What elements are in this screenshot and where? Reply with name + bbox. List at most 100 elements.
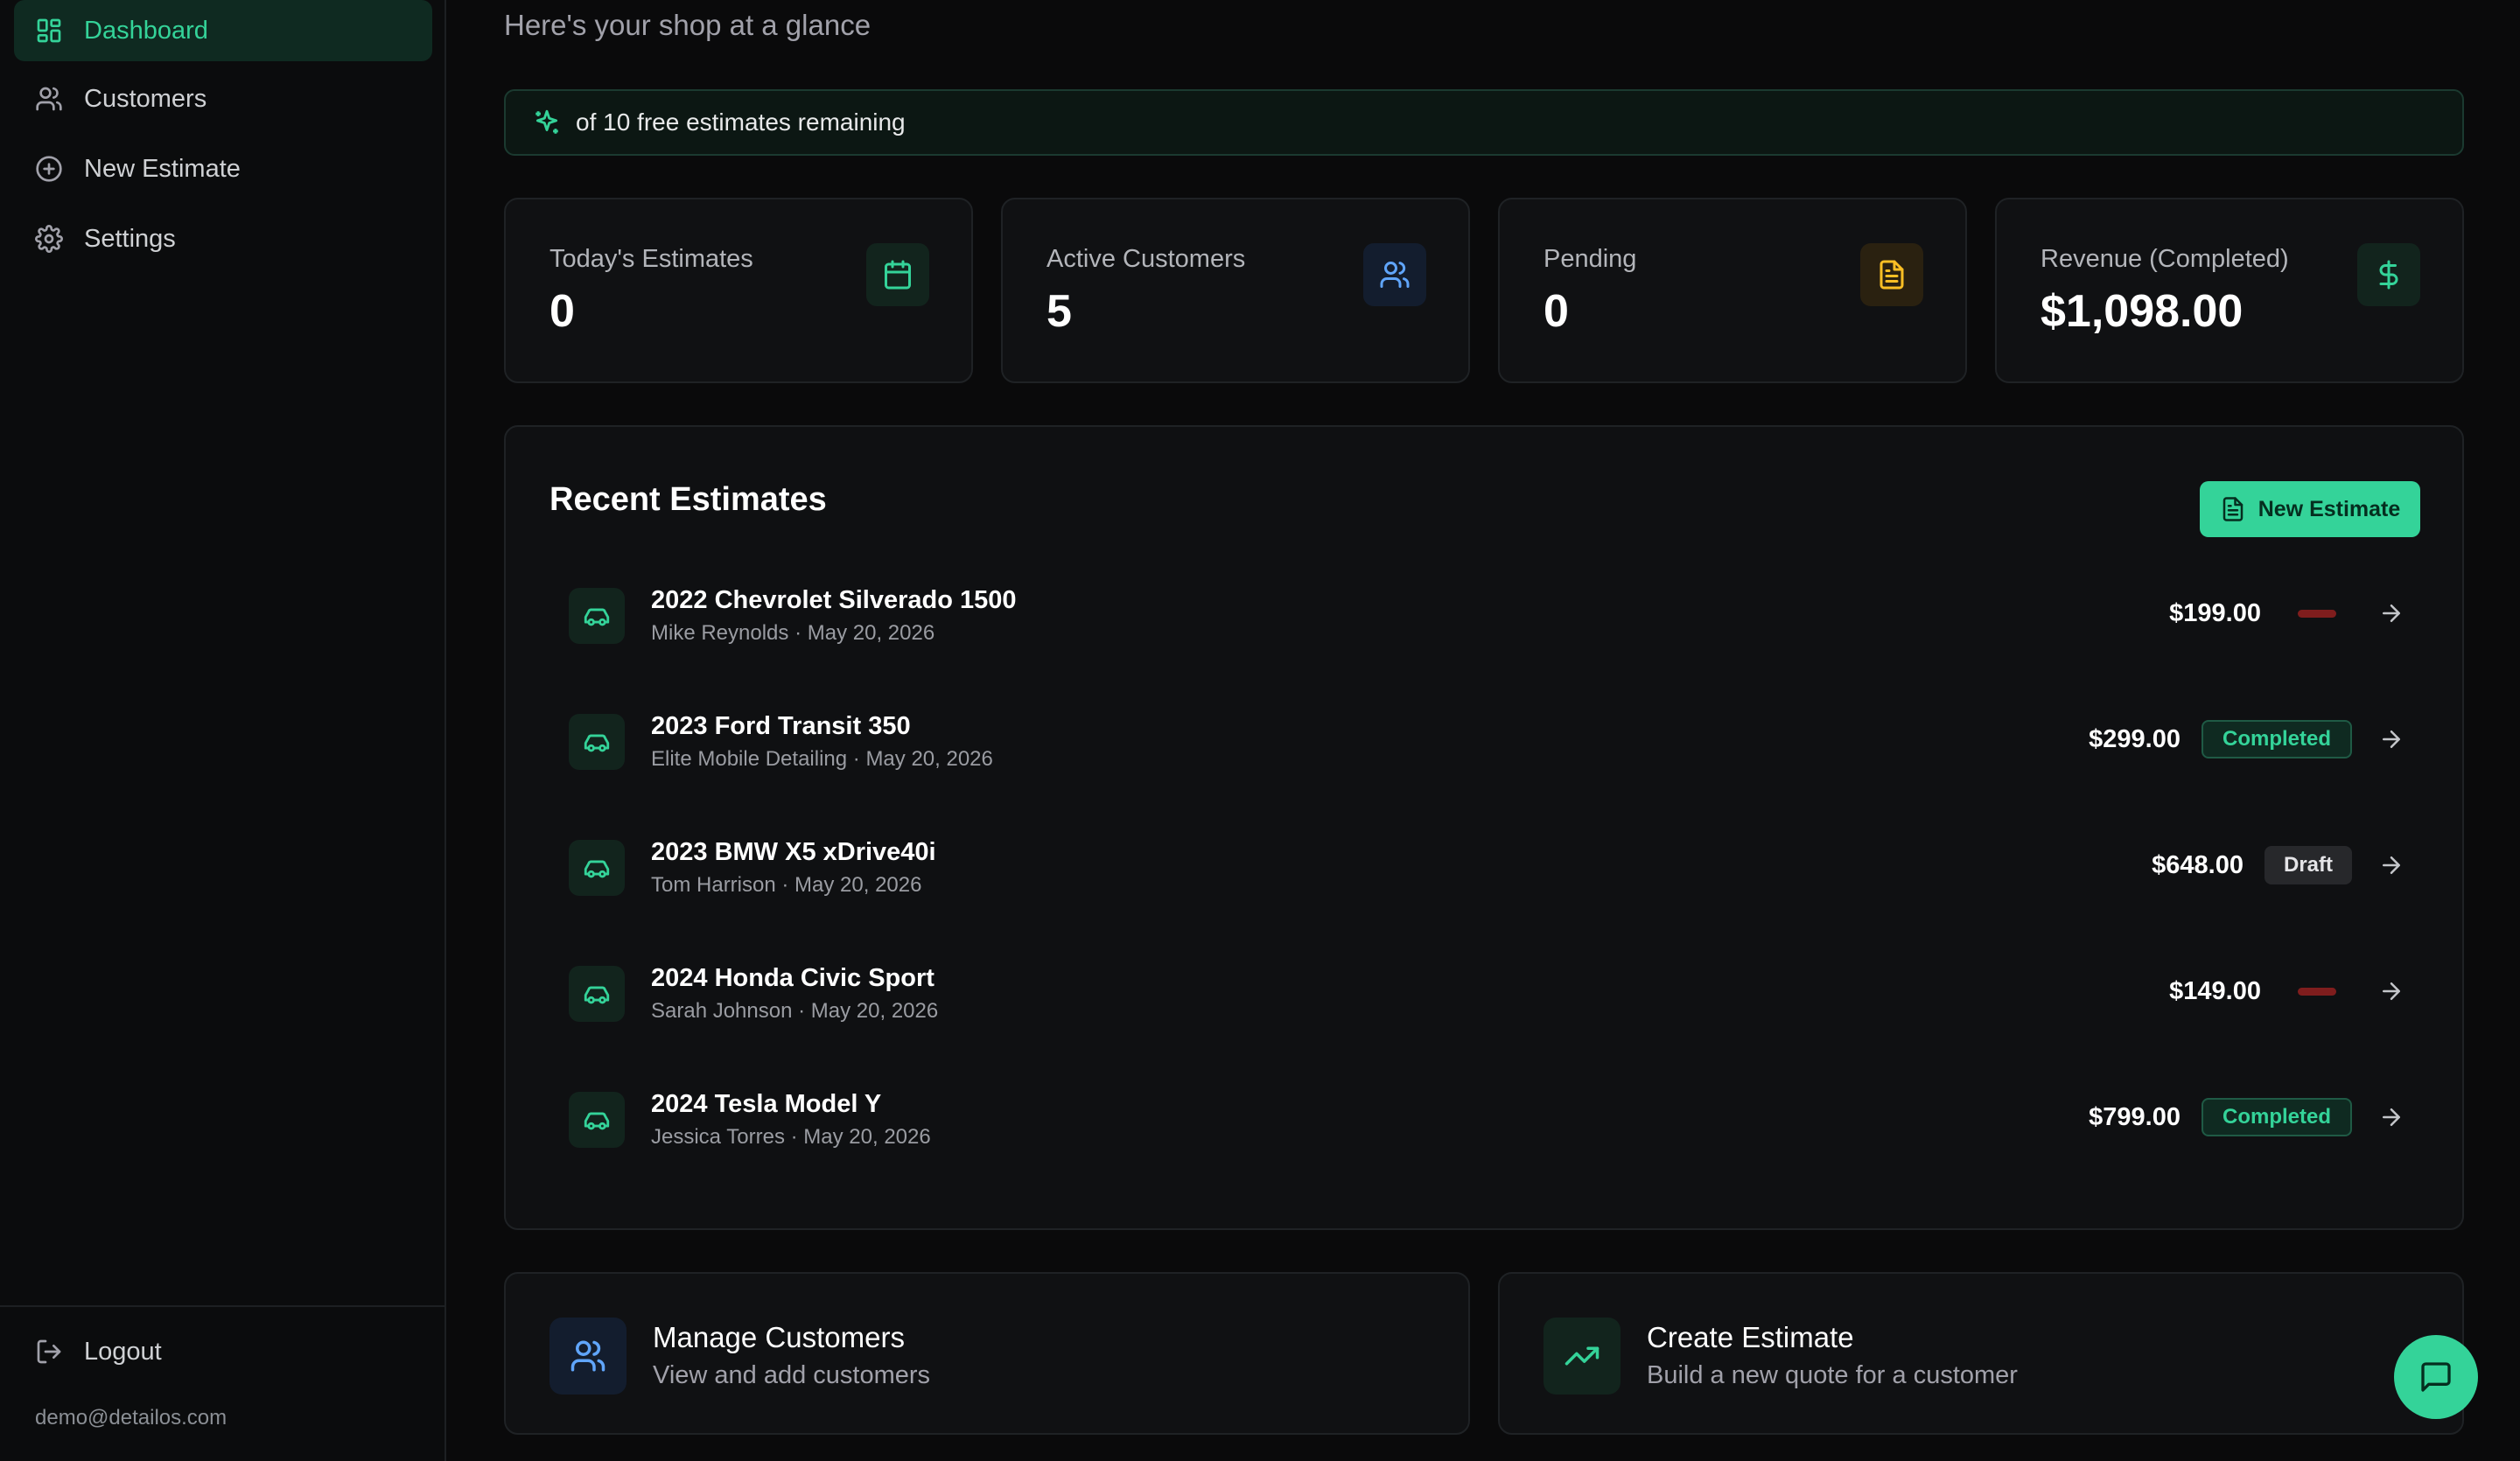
manage-customers-card[interactable]: Manage Customers View and add customers xyxy=(504,1272,1470,1435)
stat-value: 0 xyxy=(550,286,575,337)
estimate-price: $648.00 xyxy=(2152,850,2244,879)
status-badge: Completed xyxy=(2201,720,2352,758)
gear-icon xyxy=(35,225,63,253)
users-icon xyxy=(36,87,62,111)
status-badge xyxy=(2298,609,2336,618)
sidebar-item-settings[interactable]: Settings xyxy=(14,208,432,269)
logout-label: Logout xyxy=(84,1337,162,1366)
stat-icon-box xyxy=(2357,243,2420,306)
sidebar-item-dashboard[interactable]: Dashboard xyxy=(14,0,432,61)
car-icon xyxy=(584,860,610,878)
estimate-right: $299.00 Completed xyxy=(2089,717,2404,761)
recent-estimates-panel: Recent Estimates New Estimate 2022 Chevr… xyxy=(504,425,2464,1230)
estimate-price: $199.00 xyxy=(2169,598,2261,627)
stat-label: Today's Estimates xyxy=(550,245,753,273)
arrow-right-icon[interactable] xyxy=(2378,726,2404,752)
stat-label: Active Customers xyxy=(1046,245,1246,273)
stat-card-todays-estimates: Today's Estimates 0 xyxy=(504,198,973,383)
car-icon-box xyxy=(569,966,625,1022)
sidebar-item-label: New Estimate xyxy=(84,154,241,183)
sparkles-icon xyxy=(536,109,558,134)
car-icon-box xyxy=(569,1092,625,1148)
stat-label: Revenue (Completed) xyxy=(2040,245,2289,273)
create-estimate-card[interactable]: Create Estimate Build a new quote for a … xyxy=(1498,1272,2464,1435)
sidebar-divider xyxy=(0,1305,444,1307)
estimate-right: $648.00 Draft xyxy=(2152,843,2404,887)
estimate-meta: Sarah Johnson · May 20, 2026 xyxy=(651,999,938,1024)
arrow-right-icon[interactable] xyxy=(2378,1104,2404,1130)
estimate-date: May 20, 2026 xyxy=(794,873,922,897)
sidebar-item-customers[interactable]: Customers xyxy=(14,68,432,129)
dashboard-icon xyxy=(37,18,61,43)
free-estimates-banner: of 10 free estimates remaining xyxy=(504,89,2464,156)
car-icon-box xyxy=(569,840,625,896)
separator: · xyxy=(792,999,811,1023)
status-badge: Draft xyxy=(2264,846,2352,884)
status-badge xyxy=(2298,987,2336,996)
logout-icon xyxy=(37,1339,61,1364)
dollar-icon xyxy=(2379,260,2398,290)
arrow-right-icon[interactable] xyxy=(2378,978,2404,1004)
separator: · xyxy=(788,621,808,645)
plus-circle-icon xyxy=(36,156,62,182)
stat-icon-box xyxy=(866,243,929,306)
page-subtitle: Here's your shop at a glance xyxy=(504,9,872,41)
estimate-meta: Tom Harrison · May 20, 2026 xyxy=(651,873,921,898)
estimate-customer: Jessica Torres xyxy=(651,1125,785,1149)
estimate-vehicle: 2023 BMW X5 xDrive40i xyxy=(651,838,936,866)
estimate-date: May 20, 2026 xyxy=(865,747,993,771)
estimate-vehicle: 2022 Chevrolet Silverado 1500 xyxy=(651,586,1017,614)
estimate-price: $799.00 xyxy=(2089,1102,2180,1131)
estimate-right: $799.00 Completed xyxy=(2089,1095,2404,1139)
document-icon xyxy=(1880,260,1904,290)
estimate-vehicle: 2023 Ford Transit 350 xyxy=(651,712,911,740)
estimate-meta: Jessica Torres · May 20, 2026 xyxy=(651,1125,931,1150)
users-icon xyxy=(1380,262,1410,288)
estimate-customer: Sarah Johnson xyxy=(651,999,793,1023)
new-estimate-button[interactable]: New Estimate xyxy=(2200,481,2420,537)
stat-value: $1,098.00 xyxy=(2040,286,2244,337)
user-email: demo@detailos.com xyxy=(35,1406,228,1430)
estimate-row[interactable]: 2023 BMW X5 xDrive40i Tom Harrison · May… xyxy=(567,817,2404,913)
separator: · xyxy=(847,747,866,771)
estimate-meta: Mike Reynolds · May 20, 2026 xyxy=(651,621,934,646)
estimate-vehicle: 2024 Honda Civic Sport xyxy=(651,964,934,992)
arrow-right-icon[interactable] xyxy=(2378,600,2404,626)
action-icon-box xyxy=(550,1318,626,1395)
stat-label: Pending xyxy=(1544,245,1637,273)
estimate-date: May 20, 2026 xyxy=(810,999,939,1023)
stat-icon-box xyxy=(1363,243,1426,306)
estimate-row[interactable]: 2023 Ford Transit 350 Elite Mobile Detai… xyxy=(567,691,2404,787)
stat-card-active-customers: Active Customers 5 xyxy=(1001,198,1470,383)
sidebar-item-new-estimate[interactable]: New Estimate xyxy=(14,138,432,199)
stat-card-pending: Pending 0 xyxy=(1498,198,1967,383)
action-subtitle: Build a new quote for a customer xyxy=(1647,1361,2018,1389)
estimate-date: May 20, 2026 xyxy=(803,1125,931,1149)
estimate-price: $149.00 xyxy=(2169,976,2261,1005)
banner-text: of 10 free estimates remaining xyxy=(576,108,906,136)
stat-card-revenue: Revenue (Completed) $1,098.00 xyxy=(1995,198,2464,383)
estimate-meta: Elite Mobile Detailing · May 20, 2026 xyxy=(651,747,993,772)
car-icon xyxy=(584,734,610,752)
action-title: Manage Customers xyxy=(653,1321,905,1353)
estimate-row[interactable]: 2022 Chevrolet Silverado 1500 Mike Reyno… xyxy=(567,565,2404,661)
logout-button[interactable]: Logout xyxy=(14,1321,432,1382)
new-estimate-button-label: New Estimate xyxy=(2258,496,2401,521)
action-title: Create Estimate xyxy=(1647,1321,1854,1353)
chat-button[interactable] xyxy=(2394,1335,2478,1419)
status-badge: Completed xyxy=(2201,1098,2352,1136)
estimate-right: $199.00 xyxy=(2169,591,2404,635)
car-icon xyxy=(584,1112,610,1130)
car-icon-box xyxy=(569,714,625,770)
action-icon-box xyxy=(1544,1318,1620,1395)
estimate-row[interactable]: 2024 Tesla Model Y Jessica Torres · May … xyxy=(567,1069,2404,1165)
arrow-right-icon[interactable] xyxy=(2378,852,2404,878)
section-title: Recent Estimates xyxy=(550,481,827,518)
estimate-vehicle: 2024 Tesla Model Y xyxy=(651,1090,882,1118)
separator: · xyxy=(775,873,795,897)
chat-icon xyxy=(2421,1362,2451,1392)
estimate-date: May 20, 2026 xyxy=(807,621,935,645)
estimate-row[interactable]: 2024 Honda Civic Sport Sarah Johnson · M… xyxy=(567,943,2404,1039)
estimate-customer: Tom Harrison xyxy=(651,873,776,897)
car-icon xyxy=(584,608,610,626)
